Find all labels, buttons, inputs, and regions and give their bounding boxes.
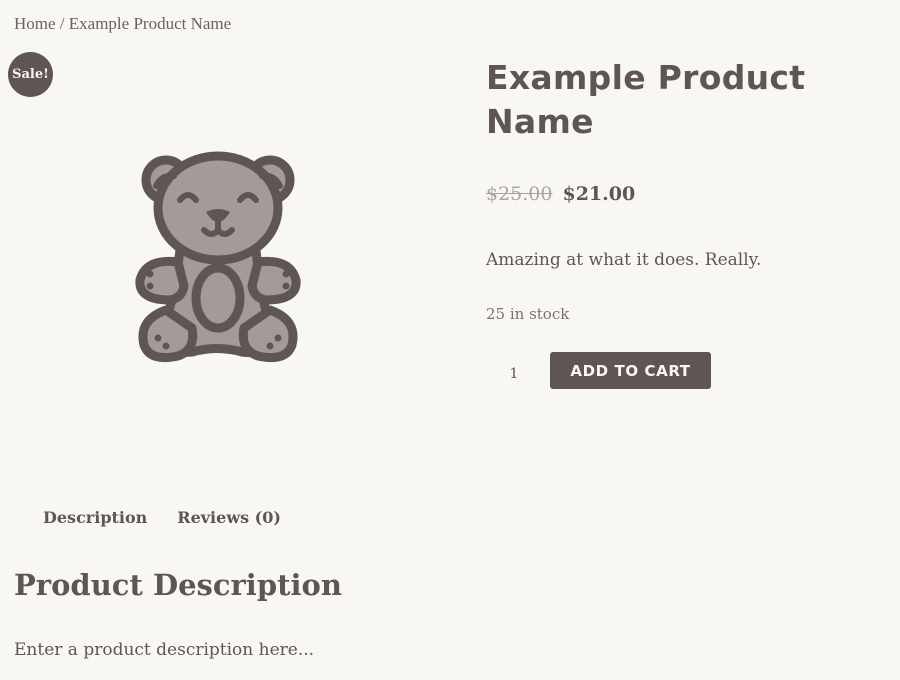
tab-reviews[interactable]: Reviews (0) bbox=[177, 508, 281, 527]
breadcrumb-home-link[interactable]: Home bbox=[14, 14, 56, 33]
description-heading: Product Description bbox=[14, 568, 342, 602]
product-page: Home / Example Product Name Sale! Exampl… bbox=[0, 0, 900, 680]
product-title: Example Product Name bbox=[486, 58, 806, 141]
sale-badge: Sale! bbox=[8, 52, 53, 97]
teddy-bear-icon bbox=[135, 151, 301, 363]
description-text: Enter a product description here... bbox=[14, 640, 315, 660]
product-short-description: Amazing at what it does. Really. bbox=[486, 250, 762, 270]
product-summary: Example Product Name bbox=[486, 56, 886, 144]
tab-description[interactable]: Description bbox=[43, 508, 147, 527]
sale-badge-label: Sale! bbox=[12, 67, 49, 82]
product-price: $25.00 $21.00 bbox=[486, 183, 635, 205]
product-image[interactable] bbox=[132, 150, 302, 370]
price-original: $25.00 bbox=[486, 183, 553, 205]
stock-status: 25 in stock bbox=[486, 305, 570, 323]
price-sale: $21.00 bbox=[562, 183, 636, 205]
breadcrumb-separator: / bbox=[55, 14, 69, 33]
add-to-cart-button[interactable]: ADD TO CART bbox=[550, 352, 711, 389]
product-tabs: Description Reviews (0) bbox=[43, 508, 281, 527]
quantity-input[interactable] bbox=[492, 358, 536, 390]
breadcrumb: Home / Example Product Name bbox=[14, 14, 231, 34]
breadcrumb-current: Example Product Name bbox=[68, 14, 232, 33]
